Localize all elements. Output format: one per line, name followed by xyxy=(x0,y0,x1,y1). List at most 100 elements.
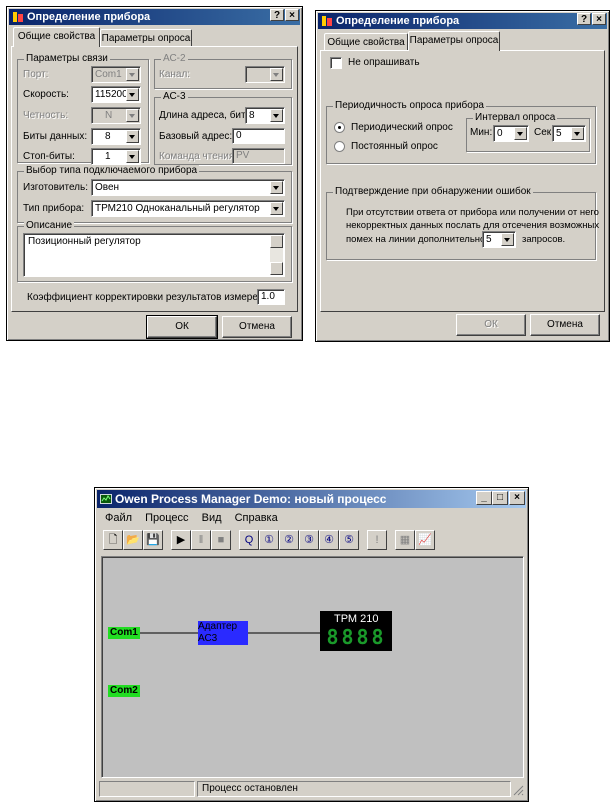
device-type-value: ТРМ210 Одноканальный регулятор xyxy=(95,203,260,214)
menu-file[interactable]: Файл xyxy=(105,512,132,524)
close-button[interactable]: × xyxy=(509,491,525,505)
menu-process[interactable]: Процесс xyxy=(145,512,188,524)
cancel-button[interactable]: Отмена xyxy=(222,316,292,338)
coef-input[interactable]: 1.0 xyxy=(257,289,285,305)
base-addr-input[interactable]: 0 xyxy=(232,128,285,144)
device-node[interactable]: ТРМ 210 8 8 8 8 xyxy=(320,611,392,651)
chevron-down-icon[interactable] xyxy=(126,68,139,81)
tab-general[interactable]: Общие свойства xyxy=(13,27,100,47)
process-canvas[interactable]: Com1 Com2 Адаптер АС3 ТРМ 210 8 8 8 8 xyxy=(101,556,524,778)
help-button[interactable]: ? xyxy=(577,13,591,25)
app-title-bar[interactable]: Owen Process Manager Demo: новый процесс xyxy=(97,490,526,508)
adapter-label-line1: Адаптер xyxy=(198,621,238,632)
port-label: Порт: xyxy=(23,69,49,80)
scrollbar[interactable] xyxy=(270,235,283,275)
group-legend: Выбор типа подключаемого прибора xyxy=(24,165,200,177)
scroll-up-button[interactable] xyxy=(270,235,283,248)
periodic-label: Периодический опрос xyxy=(351,122,453,133)
tab-general[interactable]: Общие свойства xyxy=(324,33,408,51)
adapter-node[interactable]: Адаптер АС3 xyxy=(198,621,248,645)
databits-select[interactable]: 8 xyxy=(91,128,141,145)
sec-value: 5 xyxy=(556,128,562,139)
chevron-down-icon[interactable] xyxy=(270,68,283,81)
app-icon xyxy=(322,16,332,26)
chevron-down-icon[interactable] xyxy=(501,233,514,246)
chevron-down-icon[interactable] xyxy=(514,127,527,140)
parity-select[interactable]: N xyxy=(91,107,141,124)
chevron-down-icon[interactable] xyxy=(571,127,584,140)
save-icon[interactable]: 💾 xyxy=(143,530,163,550)
status-pane-empty xyxy=(99,781,195,797)
min-select[interactable]: 0 xyxy=(493,125,529,142)
chevron-down-icon[interactable] xyxy=(126,150,139,163)
confirm-text-suffix: запросов. xyxy=(522,234,566,245)
chevron-down-icon[interactable] xyxy=(126,130,139,143)
stopbits-select[interactable]: 1 xyxy=(91,148,141,165)
zoom-3-icon[interactable]: ③ xyxy=(299,530,319,550)
tab-polling[interactable]: Параметры опроса xyxy=(408,31,500,51)
chevron-down-icon[interactable] xyxy=(126,88,139,101)
ok-button[interactable]: ОК xyxy=(456,314,526,336)
resize-grip-icon[interactable] xyxy=(512,784,524,796)
sec-select[interactable]: 5 xyxy=(552,125,586,142)
read-cmd-input[interactable]: PV xyxy=(232,148,285,164)
min-value: 0 xyxy=(497,128,503,139)
chevron-down-icon[interactable] xyxy=(126,109,139,122)
close-button[interactable]: × xyxy=(285,9,299,21)
maker-select[interactable]: Овен xyxy=(91,179,285,196)
requests-select[interactable]: 5 xyxy=(482,231,516,248)
device-type-select[interactable]: ТРМ210 Одноканальный регулятор xyxy=(91,200,285,217)
addr-length-select[interactable]: 8 xyxy=(245,107,285,124)
menu-help[interactable]: Справка xyxy=(235,512,278,524)
tab-polling[interactable]: Параметры опроса xyxy=(100,29,192,47)
table-icon[interactable]: ▦ xyxy=(395,530,415,550)
base-addr-label: Базовый адрес: xyxy=(159,131,233,142)
stop-icon[interactable]: ■ xyxy=(211,530,231,550)
help-button[interactable]: ? xyxy=(270,9,284,21)
channel-label: Канал: xyxy=(159,69,191,80)
description-textarea[interactable]: Позиционный регулятор xyxy=(23,233,285,277)
com2-node[interactable]: Com2 xyxy=(108,685,140,697)
menu-view[interactable]: Вид xyxy=(202,512,222,524)
chevron-down-icon[interactable] xyxy=(270,109,283,122)
zoom-4-icon[interactable]: ④ xyxy=(319,530,339,550)
addr-length-label: Длина адреса, бит: xyxy=(159,110,249,121)
speed-select[interactable]: 115200 xyxy=(91,86,141,103)
alert-icon[interactable]: ! xyxy=(367,530,387,550)
cancel-button[interactable]: Отмена xyxy=(530,314,600,336)
chart-icon[interactable]: 📈 xyxy=(415,530,435,550)
periodic-radio[interactable] xyxy=(334,122,345,133)
dialog-title: Определение прибора xyxy=(336,15,460,27)
zoom-1-icon[interactable]: ① xyxy=(259,530,279,550)
ok-button[interactable]: ОК xyxy=(146,315,218,339)
requests-value: 5 xyxy=(486,234,492,245)
dialog-title-bar[interactable]: Определение прибора xyxy=(318,13,607,29)
dialog-title-bar[interactable]: Определение прибора xyxy=(9,9,300,25)
open-folder-icon[interactable]: 📂 xyxy=(123,530,143,550)
minimize-button[interactable]: _ xyxy=(476,491,492,505)
scroll-down-button[interactable] xyxy=(270,262,283,275)
port-select[interactable]: Com1 xyxy=(91,66,141,83)
com1-node[interactable]: Com1 xyxy=(108,627,140,639)
confirm-text-line3: помех на линии дополнительно xyxy=(346,234,486,245)
pause-icon[interactable]: ‖ xyxy=(191,530,211,550)
new-file-icon[interactable]: 🗋 xyxy=(103,530,123,550)
maximize-button[interactable]: □ xyxy=(492,491,508,505)
zoom-2-icon[interactable]: ② xyxy=(279,530,299,550)
addr-length-value: 8 xyxy=(249,110,255,121)
confirm-text-line2: некорректных данных послать для отсечени… xyxy=(346,220,600,231)
chevron-down-icon[interactable] xyxy=(270,202,283,215)
sec-label: Сек: xyxy=(534,127,554,138)
chevron-down-icon[interactable] xyxy=(270,181,283,194)
close-button[interactable]: × xyxy=(592,13,606,25)
zoom-5-icon[interactable]: ⑤ xyxy=(339,530,359,550)
channel-select[interactable] xyxy=(245,66,285,83)
run-icon[interactable]: ▶ xyxy=(171,530,191,550)
group-legend: АС-3 xyxy=(161,91,188,103)
no-poll-checkbox[interactable] xyxy=(330,57,342,69)
stopbits-value: 1 xyxy=(105,151,111,162)
speed-value: 115200 xyxy=(95,89,128,100)
zoom-icon[interactable]: Q xyxy=(239,530,259,550)
databits-value: 8 xyxy=(105,131,111,142)
constant-radio[interactable] xyxy=(334,141,345,152)
